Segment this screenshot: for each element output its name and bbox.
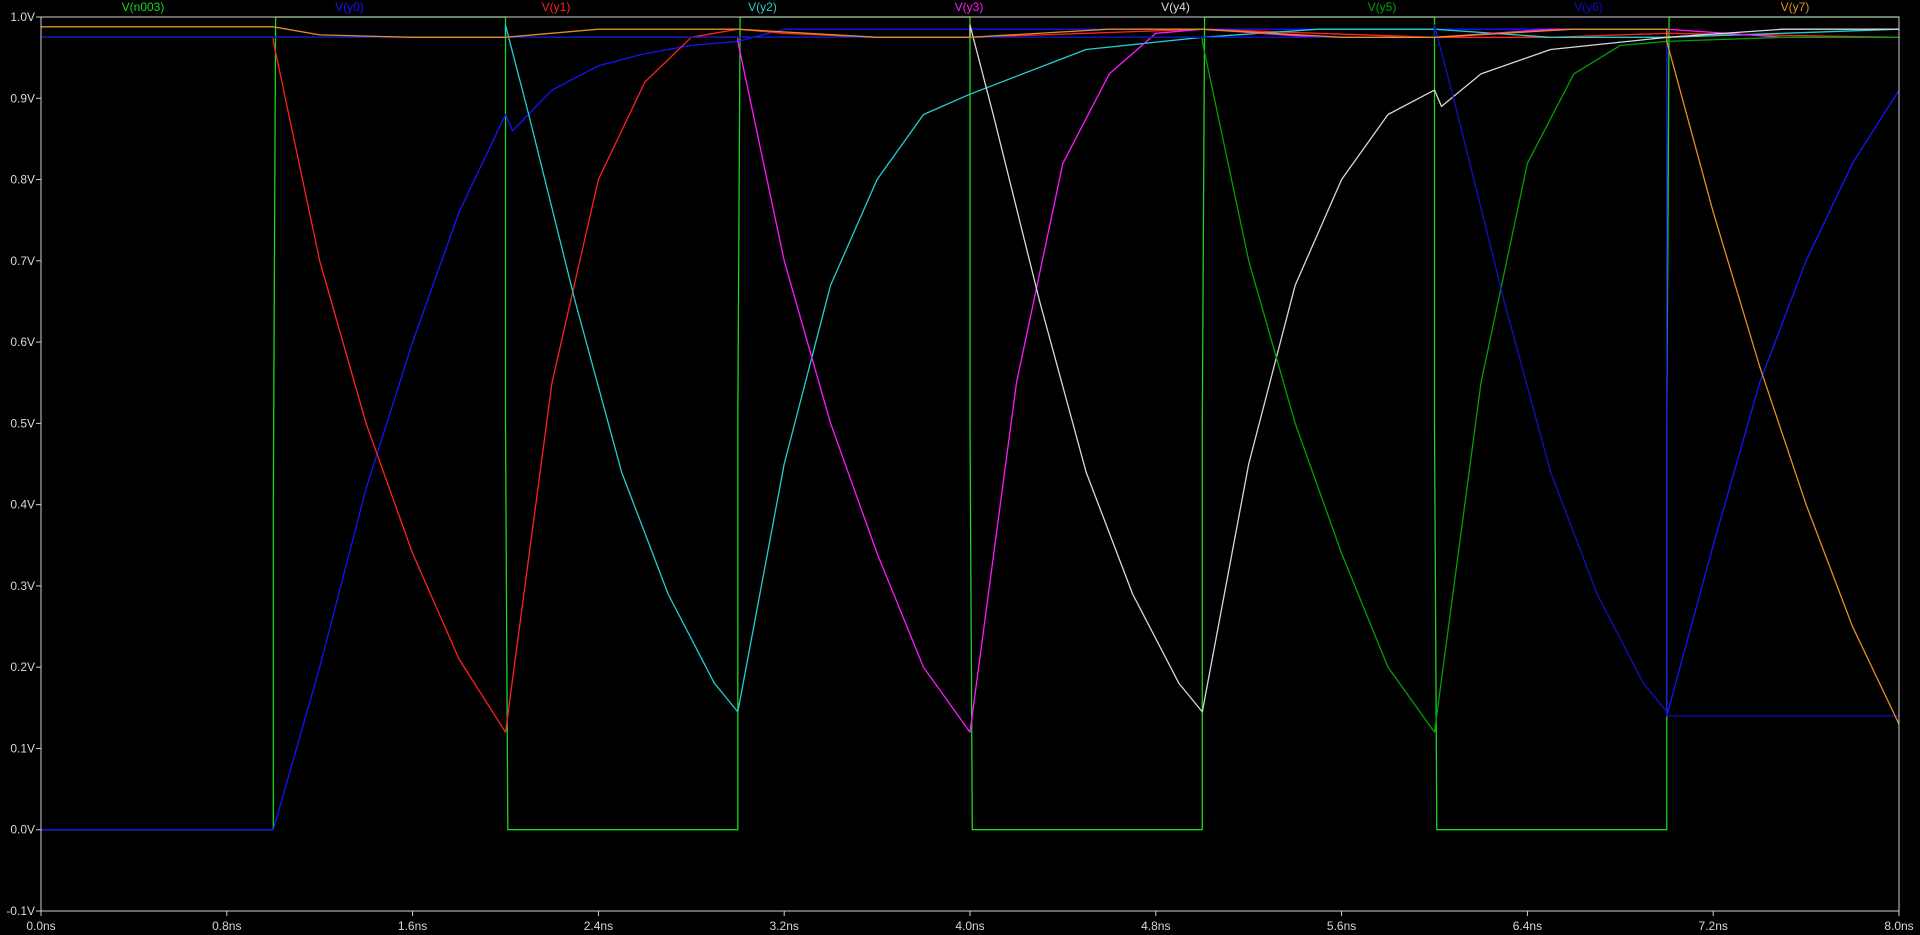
legend-entry-vy0: V(y0) — [335, 0, 364, 14]
legend-entry-vy1: V(y1) — [542, 0, 571, 14]
legend-entry-vy5: V(y5) — [1368, 0, 1397, 14]
y-tick-label: 1.0V — [10, 10, 35, 24]
x-tick-label: 0.0ns — [26, 919, 55, 933]
series-line-vn003 — [41, 16, 1899, 831]
y-tick-label: 0.0V — [10, 823, 35, 837]
y-tick-label: 0.5V — [10, 416, 35, 430]
y-tick-label: 0.4V — [10, 498, 35, 512]
y-axis: -0.1V 0.0V 0.1V 0.2V 0.3V 0.4V 0.5V 0.6V 0.7V 0.8… — [6, 10, 41, 918]
legend-entry-vy2: V(y2) — [748, 0, 777, 14]
legend-entry-vy7: V(y7) — [1781, 0, 1810, 14]
x-tick-label: 6.4ns — [1513, 919, 1542, 933]
legend-entry-vy6: V(y6) — [1574, 0, 1603, 14]
y-tick-label: 0.9V — [10, 91, 35, 105]
x-tick-label: 2.4ns — [584, 919, 613, 933]
legend: V(n003) V(y0) V(y1) V(y2) V(y3) V(y4) V(y5) V(y… — [122, 0, 1810, 14]
legend-entry-vy4: V(y4) — [1161, 0, 1190, 14]
x-tick-label: 7.2ns — [1699, 919, 1728, 933]
x-tick-label: 8.0ns — [1884, 919, 1913, 933]
x-tick-label: 4.8ns — [1141, 919, 1170, 933]
y-tick-label: -0.1V — [6, 904, 35, 918]
y-tick-label: 0.8V — [10, 173, 35, 187]
x-tick-label: 1.6ns — [398, 919, 427, 933]
y-tick-label: 0.2V — [10, 660, 35, 674]
x-tick-label: 4.0ns — [955, 919, 984, 933]
transient-plot[interactable]: V(n003) V(y0) V(y1) V(y2) V(y3) V(y4) V(y5) V(y… — [0, 0, 1920, 935]
y-tick-label: 0.1V — [10, 741, 35, 755]
legend-entry-vn003: V(n003) — [122, 0, 165, 14]
x-tick-label: 0.8ns — [212, 919, 241, 933]
y-tick-label: 0.6V — [10, 335, 35, 349]
legend-entry-vy3: V(y3) — [955, 0, 984, 14]
y-tick-label: 0.3V — [10, 579, 35, 593]
x-tick-label: 5.6ns — [1327, 919, 1356, 933]
series-layer — [41, 16, 1900, 831]
x-tick-label: 3.2ns — [770, 919, 799, 933]
y-tick-label: 0.7V — [10, 254, 35, 268]
x-axis: 0.0ns 0.8ns 1.6ns 2.4ns 3.2ns 4.0ns 4.8ns 5.6ns… — [26, 911, 1914, 933]
